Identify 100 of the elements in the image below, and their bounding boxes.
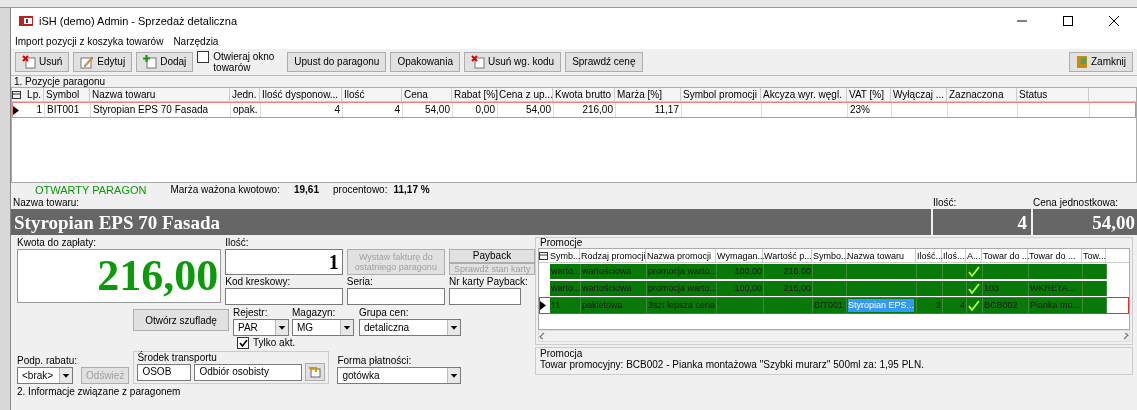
discount-dropdown[interactable]: <brak>	[17, 367, 73, 384]
checkbox-label[interactable]: Otwieraj okno towarów	[213, 51, 284, 73]
table-cell: wartościowa	[582, 282, 632, 295]
column-header[interactable]: Kwota brutto	[553, 88, 615, 101]
table-cell: warto...	[551, 282, 581, 295]
transport-name-field[interactable]: Odbiór osobisty	[194, 363, 303, 381]
open-drawer-button[interactable]: Otwórz szufladę	[133, 309, 229, 331]
column-header[interactable]: Symb...	[549, 249, 580, 262]
transport-group: Środek transportu OSOB Odbiór osobisty	[133, 351, 330, 384]
field-label: Ilość:	[225, 237, 250, 249]
table-cell: WKRETA...	[1030, 282, 1076, 295]
column-header[interactable]: Nazwa towaru	[846, 249, 916, 262]
delete-icon	[470, 55, 485, 69]
field-label: Grupa cen:	[359, 307, 410, 319]
price-group-dropdown[interactable]: detaliczna	[359, 319, 461, 336]
field-label: Rejestr:	[233, 307, 269, 319]
column-header[interactable]: Symbol promocji	[681, 88, 761, 101]
column-header[interactable]: Jedn.	[230, 88, 260, 101]
column-header[interactable]: Towar do ...	[1028, 249, 1082, 262]
checkbox[interactable]	[237, 337, 249, 349]
column-header[interactable]: Ilość	[342, 88, 402, 101]
column-header[interactable]: Rabat [%]	[452, 88, 497, 101]
menu-item[interactable]: Narzędzia	[173, 36, 219, 47]
toolbar-button[interactable]: Usuń	[15, 52, 70, 72]
column-header[interactable]: Ilość...	[916, 249, 942, 262]
checkbox-label[interactable]: Tylko akt.	[253, 337, 296, 348]
toolbar-button[interactable]: Usuń wg. kodu	[463, 52, 562, 72]
table-cell: 103	[984, 282, 1000, 295]
table-cell: 4	[394, 104, 400, 115]
promotions-group: Promocje Symb...Rodzaj promocji Nazwa promocji Wymagan...Wartość p...Symbo...Nazwa towaru Ilość...Iloś... A... Towar do ...Towar do ... Tow... warto... wartościowa promocja warto... 100,00 216,00 warto... wartościowa promocja warto... 100,00 216,00 103 WKRETA... 11 pakietowa 3szt lepsza cena BIT001 Styropian EPS... 2 4 BCB002 Pianka mo...	[535, 237, 1133, 345]
checkbox[interactable]	[197, 51, 210, 63]
column-header[interactable]: Iloś...	[942, 249, 966, 262]
quantity-display: 4	[933, 209, 1031, 235]
toolbar-button[interactable]: Sprawdź cenę	[565, 52, 643, 72]
column-header[interactable]: Wyłączaj ...	[891, 88, 947, 101]
table-row[interactable]: 1 BIT001 Styropian EPS 70 Fasada opak. 4 4 54,00 0,00 54,00 216,00 11,17 23%	[12, 102, 1136, 118]
payback-card-field[interactable]	[449, 288, 521, 305]
table-cell: 216,00	[582, 104, 613, 115]
margin-value: 19,61	[293, 185, 319, 195]
table-cell: wartościowa	[582, 265, 632, 278]
field-label: Nazwa towaru:	[12, 197, 81, 209]
barcode-field[interactable]	[225, 288, 343, 305]
column-header[interactable]: Lp.	[22, 88, 44, 101]
toolbar-button[interactable]: Upust do paragonu	[287, 52, 387, 72]
table-cell: promocja warto...	[648, 282, 718, 295]
column-header[interactable]: Symbo...	[812, 249, 846, 262]
receipt-status: OTWARTY PARAGON	[35, 184, 147, 196]
table-cell: Pianka mo...	[1030, 299, 1081, 312]
table-cell: BIT001	[47, 104, 80, 115]
column-header[interactable]: Wartość p...	[763, 249, 812, 262]
column-header[interactable]: Tow...	[1082, 249, 1106, 262]
close-icon	[1109, 16, 1119, 26]
table-cell: 216,00	[783, 282, 811, 295]
toolbar-button[interactable]: Dodaj	[136, 52, 194, 72]
row-pointer-icon	[13, 105, 19, 115]
grid-menu-icon[interactable]	[12, 90, 21, 99]
warehouse-dropdown[interactable]: MG	[292, 319, 354, 336]
column-header[interactable]: Symbol	[44, 88, 90, 101]
table-cell: BIT001	[814, 299, 844, 312]
column-header[interactable]: Cena z up...	[497, 88, 553, 101]
unit-price-display: 54,00	[1033, 209, 1137, 235]
horizontal-scrollbar[interactable]	[538, 330, 1130, 342]
register-dropdown[interactable]: PAR	[233, 319, 289, 336]
column-header[interactable]: Zaznaczona	[947, 88, 1017, 101]
payment-form-dropdown[interactable]: gotówka	[337, 367, 462, 384]
column-header[interactable]: Cena	[402, 88, 452, 101]
close-window-button[interactable]: Zamknij	[1069, 52, 1133, 72]
column-header[interactable]: Nazwa towaru	[90, 88, 230, 101]
column-header[interactable]: Akcyza wyr. węgl.	[761, 88, 847, 101]
column-header[interactable]: Status	[1017, 88, 1089, 101]
column-header[interactable]: Rodzaj promocji	[580, 249, 646, 262]
column-header[interactable]: Towar do ...	[982, 249, 1028, 262]
series-field[interactable]	[346, 288, 445, 305]
checkmark-icon	[238, 338, 248, 348]
percent-value: 11,17 %	[393, 185, 430, 195]
quantity-field[interactable]: 1	[225, 249, 343, 275]
table-cell: warto...	[551, 265, 581, 278]
add-icon	[143, 55, 158, 69]
toolbar-button[interactable]: Opakowania	[390, 52, 460, 72]
promotion-info-group: Promocja Towar promocyjny: BCB002 - Pianka montażowa ''Szybki murarz'' 500ml za: 1,95 PLN.	[535, 347, 1133, 375]
grid-menu-icon[interactable]	[539, 251, 548, 260]
table-cell: 216,00	[783, 265, 811, 278]
column-header[interactable]: A...	[966, 249, 982, 262]
payback-button[interactable]: Payback	[449, 249, 535, 263]
table-cell: 100,00	[734, 265, 762, 278]
menu-item[interactable]: Import pozycji z koszyka towarów	[15, 36, 164, 47]
field-label: Ilość:	[933, 197, 958, 209]
column-header[interactable]: Marża [%]	[615, 88, 681, 101]
table-cell: pakietowa	[582, 299, 623, 312]
column-header[interactable]: Nazwa promocji	[646, 249, 716, 262]
column-header[interactable]: Ilość dysponow...	[260, 88, 342, 101]
promotion-description: Towar promocyjny: BCB002 - Pianka montażowa ''Szybki murarz'' 500ml za: 1,95 PLN.	[540, 359, 925, 371]
column-header[interactable]: VAT [%]	[847, 88, 891, 101]
percent-label: procentowo:	[333, 185, 388, 195]
product-name-bar: Styropian EPS 70 Fasada	[11, 209, 931, 235]
table-cell: 4	[960, 299, 965, 312]
transport-code-field[interactable]: OSOB	[137, 363, 192, 381]
select-transport-button[interactable]	[305, 363, 326, 381]
column-header[interactable]: Wymagan...	[716, 249, 763, 262]
toolbar-button[interactable]: Edytuj	[73, 52, 133, 72]
